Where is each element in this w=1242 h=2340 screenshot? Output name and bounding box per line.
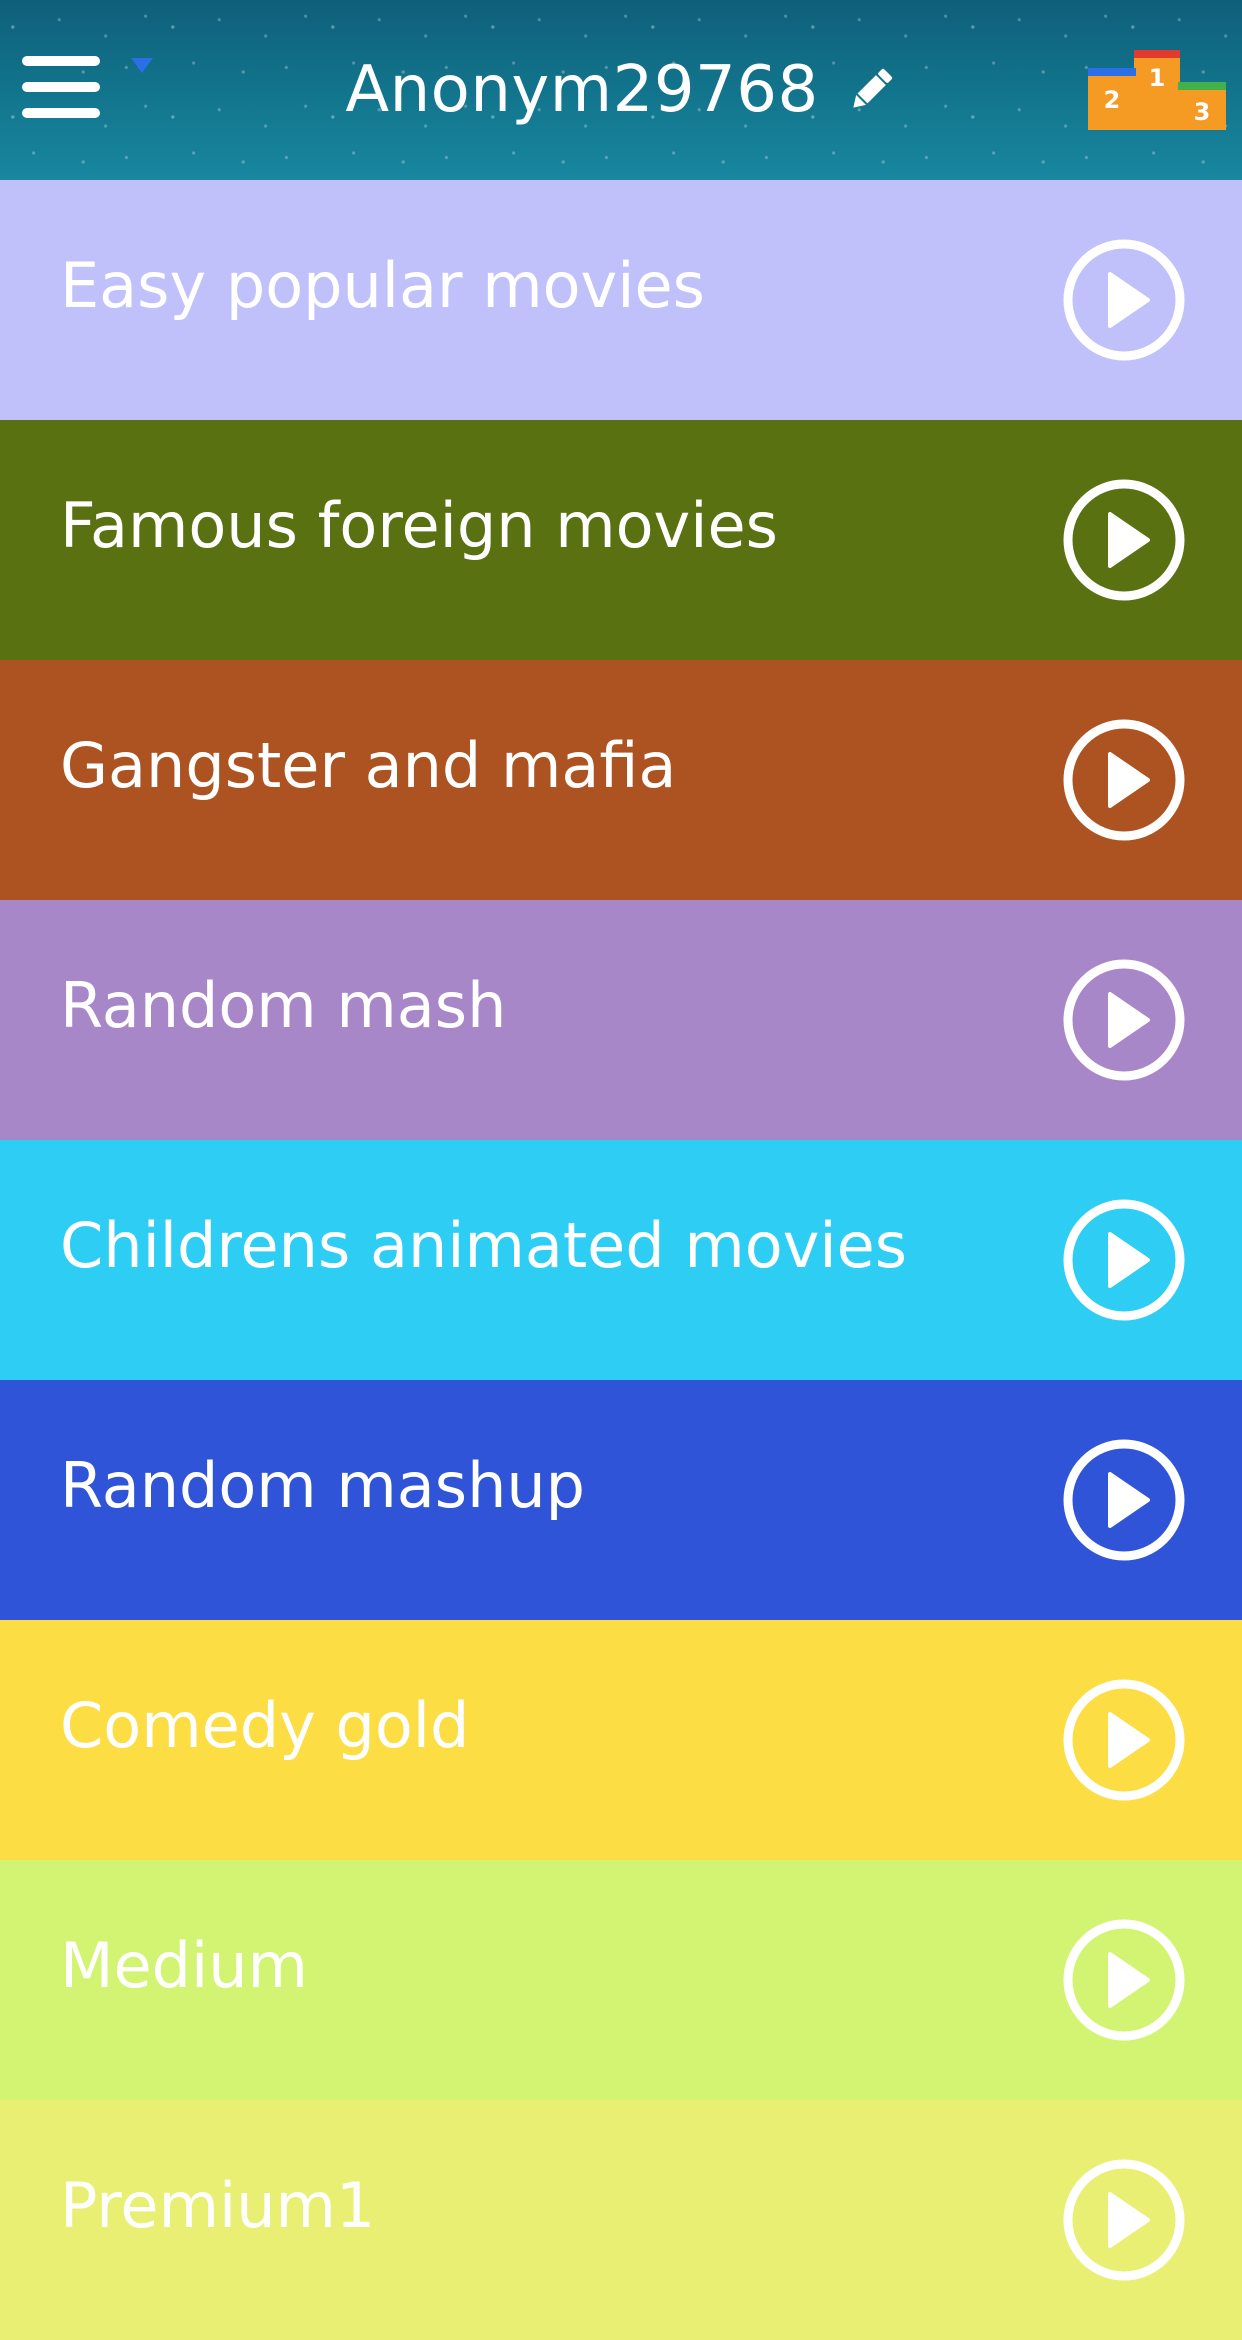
category-label: Premium1 [60,2168,376,2242]
play-circle-icon[interactable] [1062,238,1186,362]
category-row[interactable]: Childrens animated movies [0,1140,1242,1380]
username-label[interactable]: Anonym29768 [345,53,818,127]
category-label: Medium [60,1928,308,2002]
leaderboard-button[interactable]: 1 2 3 [1086,46,1228,130]
play-circle-icon[interactable] [1062,1198,1186,1322]
podium-icon: 1 2 3 [1088,50,1226,130]
category-row[interactable]: Comedy gold [0,1620,1242,1860]
menu-bar-icon [22,108,100,118]
category-label: Famous foreign movies [60,488,778,562]
notification-arrow-icon [131,58,153,73]
play-circle-icon[interactable] [1062,1678,1186,1802]
category-row[interactable]: Random mashup [0,1380,1242,1620]
category-row[interactable]: Premium1 [0,2100,1242,2340]
play-circle-icon[interactable] [1062,718,1186,842]
menu-bar-icon [22,56,100,66]
category-label: Comedy gold [60,1688,470,1762]
category-label: Gangster and mafia [60,728,677,802]
category-label: Random mash [60,968,507,1042]
category-row[interactable]: Famous foreign movies [0,420,1242,660]
edit-username-button[interactable] [845,64,897,116]
category-label: Random mashup [60,1448,586,1522]
play-circle-icon[interactable] [1062,1438,1186,1562]
play-circle-icon[interactable] [1062,478,1186,602]
menu-button[interactable] [22,52,102,124]
play-circle-icon[interactable] [1062,958,1186,1082]
category-row[interactable]: Easy popular movies [0,180,1242,420]
category-row[interactable]: Gangster and mafia [0,660,1242,900]
category-row[interactable]: Random mash [0,900,1242,1140]
play-circle-icon[interactable] [1062,2158,1186,2282]
category-list: Easy popular movies Famous foreign movies… [0,180,1242,2340]
svg-text:1: 1 [1149,64,1166,92]
category-row[interactable]: Medium [0,1860,1242,2100]
play-circle-icon[interactable] [1062,1918,1186,2042]
menu-bar-icon [22,82,100,92]
app-header: Anonym29768 1 2 3 [0,0,1242,180]
pencil-icon [853,68,892,108]
category-label: Childrens animated movies [60,1208,908,1282]
svg-text:2: 2 [1104,86,1121,114]
svg-text:3: 3 [1194,98,1211,126]
category-label: Easy popular movies [60,248,705,322]
